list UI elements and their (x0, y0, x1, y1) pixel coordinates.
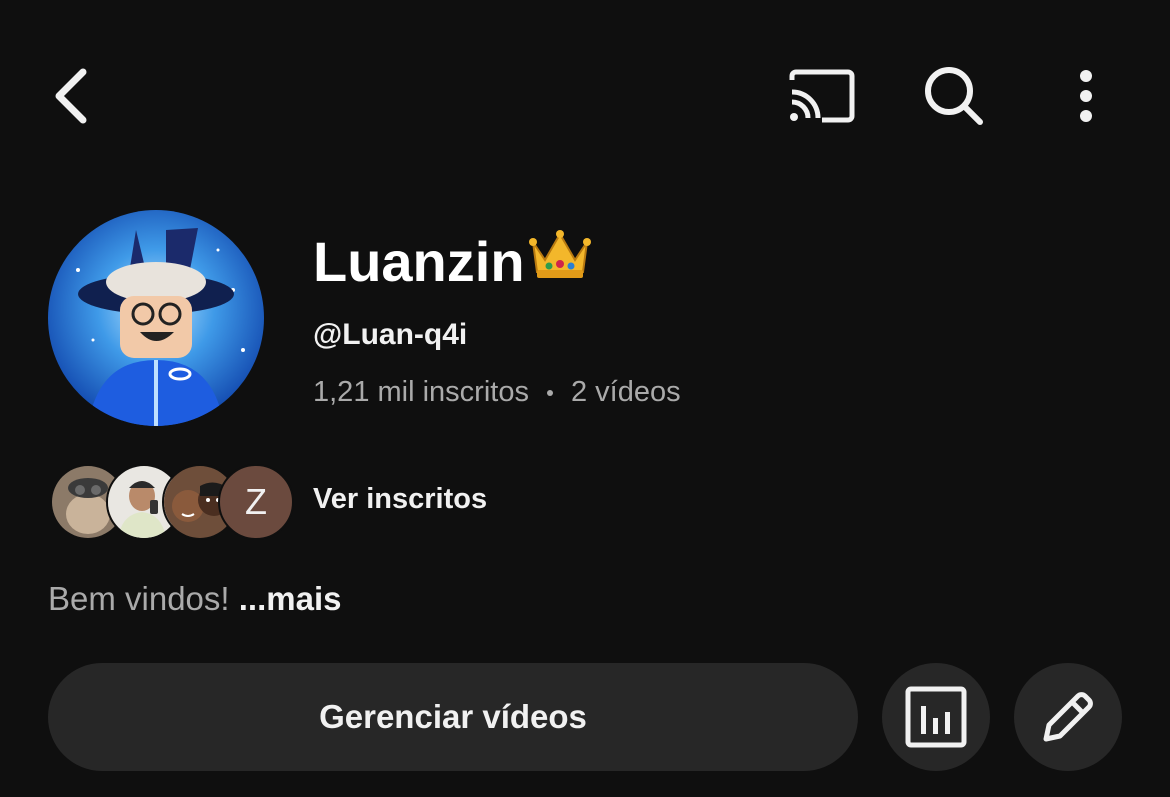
crown-icon (527, 226, 593, 298)
channel-name-text: Luanzin (313, 230, 525, 293)
subscribers-avatars[interactable]: Z (50, 464, 294, 540)
view-subscribers-link[interactable]: Ver inscritos (313, 483, 487, 516)
description-text: Bem vindos! (48, 580, 230, 617)
channel-name: Luanzin (313, 226, 593, 298)
channel-handle: @Luan-q4i (313, 318, 468, 351)
edit-channel-button[interactable] (1014, 663, 1122, 771)
avatar-image (48, 210, 264, 426)
subscriber-count: 1,21 mil inscritos (313, 376, 529, 408)
analytics-icon (905, 686, 967, 748)
manage-videos-button[interactable]: Gerenciar vídeos (48, 663, 858, 771)
cast-icon (789, 69, 855, 123)
search-icon (925, 67, 983, 125)
pencil-icon (1043, 692, 1093, 742)
more-options-button[interactable] (1056, 60, 1116, 132)
chevron-left-icon (55, 68, 87, 124)
separator-dot (546, 389, 553, 396)
back-button[interactable] (36, 60, 106, 132)
more-link[interactable]: ...mais (239, 580, 342, 617)
subscriber-avatar-initial: Z (218, 464, 294, 540)
video-count: 2 vídeos (570, 376, 681, 408)
channel-description[interactable]: Bem vindos! ...mais (48, 580, 342, 618)
channel-avatar[interactable] (48, 210, 264, 426)
more-vertical-icon (1080, 70, 1092, 122)
search-button[interactable] (916, 60, 992, 132)
analytics-button[interactable] (882, 663, 990, 771)
cast-button[interactable] (780, 60, 864, 132)
channel-stats: 1,21 mil inscritos 2 vídeos (313, 376, 681, 409)
